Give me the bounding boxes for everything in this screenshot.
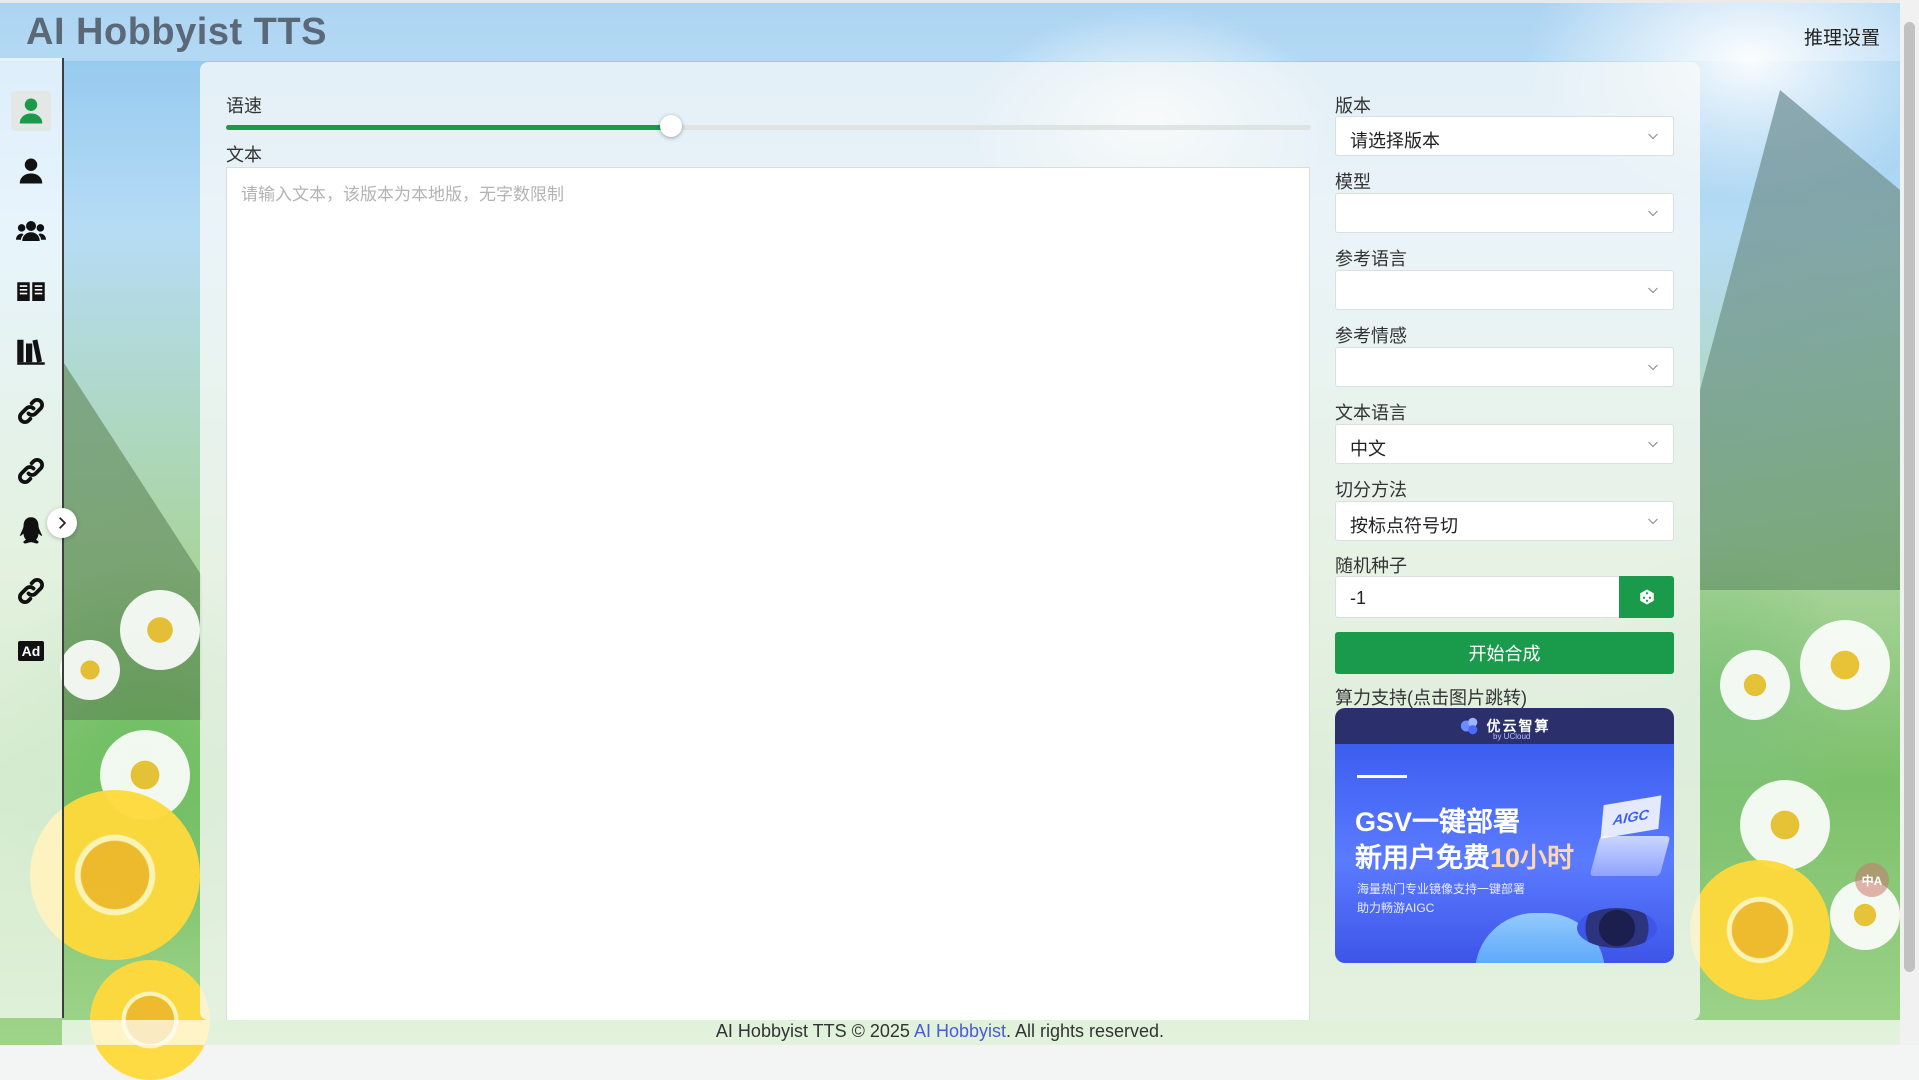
random-seed-button[interactable]: [1619, 576, 1674, 618]
top-header: AI Hobbyist TTS 推理设置: [0, 0, 1900, 61]
ad-subtitle-2: 助力畅游AIGC: [1357, 901, 1435, 915]
ref-emotion-select[interactable]: [1335, 347, 1674, 387]
seed-input[interactable]: -1: [1335, 576, 1619, 618]
chevron-down-icon: [1648, 287, 1658, 294]
split-method-label: 切分方法: [1335, 480, 1407, 500]
version-select[interactable]: 请选择版本: [1335, 116, 1674, 156]
seed-label: 随机种子: [1335, 556, 1407, 576]
ad-headline-2-highlight: 10小时: [1490, 843, 1575, 873]
compute-ad-banner[interactable]: 优云智算 by UCloud GSV一键部署 新用户免费10小时 海量热门专业镜…: [1335, 708, 1674, 963]
book-open-icon: [17, 282, 45, 301]
seed-value: -1: [1350, 588, 1367, 608]
speed-label: 语速: [226, 96, 262, 116]
background-daisy: [60, 640, 120, 700]
ad-aigc-badge: AIGC: [1600, 795, 1662, 839]
sidebar: Ad: [0, 58, 64, 1018]
link-icon: [18, 458, 44, 484]
scrollbar-thumb[interactable]: [1904, 22, 1915, 972]
users-icon: [16, 221, 46, 241]
text-input[interactable]: [226, 167, 1310, 1020]
ad-icon: Ad: [17, 641, 45, 661]
ad-divider: [1357, 775, 1407, 778]
sidebar-item-multi-speaker[interactable]: [11, 211, 51, 251]
speed-slider[interactable]: [226, 115, 1311, 137]
ucloud-logo-icon: [1460, 717, 1477, 735]
text-lang-value: 中文: [1350, 439, 1386, 459]
start-synthesis-button[interactable]: 开始合成: [1335, 632, 1674, 674]
ad-graphic-base: [1577, 908, 1657, 948]
app-title: AI Hobbyist TTS: [26, 11, 327, 53]
chevron-down-icon: [1648, 364, 1658, 371]
sidebar-item-link-3[interactable]: [11, 571, 51, 611]
text-lang-label: 文本语言: [1335, 403, 1407, 423]
ad-headline-1: GSV一键部署: [1355, 807, 1521, 837]
dice-icon: [1639, 589, 1654, 605]
ad-headline-2-prefix: 新用户免费: [1355, 843, 1490, 873]
split-method-value: 按标点符号切: [1350, 516, 1458, 536]
sidebar-item-link-1[interactable]: [11, 391, 51, 431]
ad-subtitle-1: 海量热门专业镜像支持一键部署: [1357, 882, 1526, 896]
user-icon: [19, 158, 43, 184]
text-lang-select[interactable]: 中文: [1335, 424, 1674, 464]
speed-slider-thumb[interactable]: [659, 115, 682, 137]
background-mountain-right: [1700, 90, 1900, 590]
sidebar-item-link-2[interactable]: [11, 451, 51, 491]
text-label: 文本: [226, 145, 262, 165]
library-icon: [17, 339, 45, 365]
sidebar-expand-button[interactable]: [47, 508, 77, 538]
sidebar-item-ad[interactable]: Ad: [11, 631, 51, 671]
link-icon: [18, 398, 44, 424]
sidebar-item-speaker[interactable]: [11, 151, 51, 191]
background-daisy: [120, 590, 200, 670]
background-daisy: [1720, 650, 1790, 720]
sidebar-item-reading[interactable]: [11, 271, 51, 311]
chevron-right-icon: [59, 517, 67, 529]
chevron-down-icon: [1648, 133, 1658, 140]
footer-prefix: AI Hobbyist TTS © 2025: [715, 1021, 914, 1041]
sidebar-item-single-speaker[interactable]: [11, 91, 51, 131]
compute-support-label: 算力支持(点击图片跳转): [1335, 688, 1527, 708]
link-icon: [18, 578, 44, 604]
footer: AI Hobbyist TTS © 2025 AI Hobbyist. All …: [0, 1021, 1880, 1042]
split-method-select[interactable]: 按标点符号切: [1335, 501, 1674, 541]
user-icon: [19, 98, 43, 124]
ref-lang-select[interactable]: [1335, 270, 1674, 310]
background-daisy: [1800, 620, 1890, 710]
footer-link[interactable]: AI Hobbyist: [914, 1021, 1006, 1041]
background-flower: [1690, 860, 1830, 1000]
ref-emotion-label: 参考情感: [1335, 326, 1407, 346]
ad-graphic-plate: [1589, 836, 1671, 876]
ad-headline-2: 新用户免费10小时: [1355, 836, 1574, 875]
chevron-down-icon: [1648, 210, 1658, 217]
ref-lang-label: 参考语言: [1335, 249, 1407, 269]
speed-slider-fill: [226, 125, 671, 130]
version-label: 版本: [1335, 96, 1371, 116]
model-label: 模型: [1335, 172, 1371, 192]
sidebar-item-qq[interactable]: [11, 511, 51, 551]
sidebar-item-library[interactable]: [11, 331, 51, 371]
version-value: 请选择版本: [1350, 131, 1440, 151]
chevron-down-icon: [1648, 441, 1658, 448]
page-scrollbar[interactable]: [1900, 0, 1919, 1045]
ad-by-ucloud: by UCloud: [1493, 732, 1531, 741]
qq-penguin-icon: [19, 517, 43, 544]
model-select[interactable]: [1335, 193, 1674, 233]
inference-settings-link[interactable]: 推理设置: [1804, 23, 1880, 50]
background-daisy: [1740, 780, 1830, 870]
translate-icon[interactable]: 中A: [1855, 863, 1889, 897]
chevron-down-icon: [1648, 518, 1658, 525]
footer-suffix: . All rights reserved.: [1006, 1021, 1165, 1041]
